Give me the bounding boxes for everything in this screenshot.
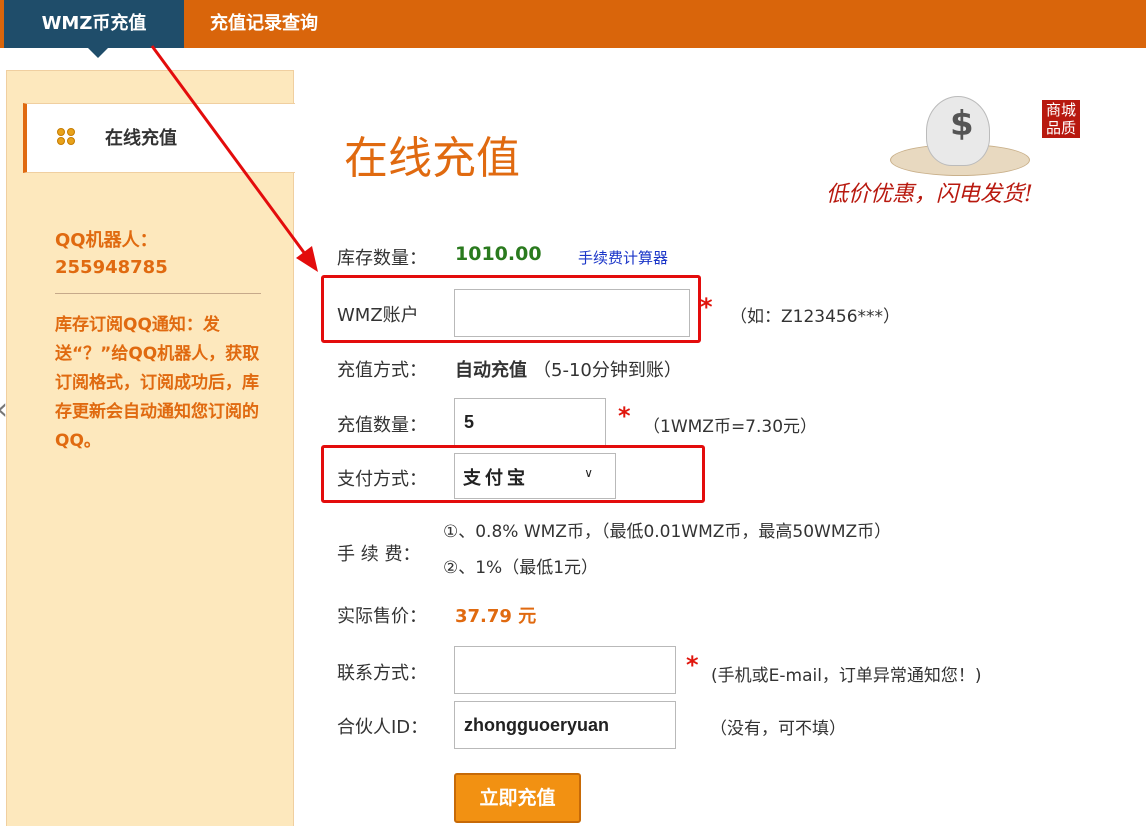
tab-recharge-records[interactable]: 充值记录查询 [210,0,318,48]
contact-hint: (手机或E-mail，订单异常通知您！) [711,666,982,686]
quantity-input[interactable] [454,398,606,446]
price-label: 实际售价： [337,606,427,627]
partner-hint: （没有，可不填） [710,719,846,739]
promo-banner: $ 商城品质 低价优惠，闪电发货! [820,86,1110,210]
contact-label: 联系方式： [337,663,427,684]
price-value: 37.79 元 [455,606,537,627]
dollar-icon: $ [950,104,974,144]
payment-selected: 支付宝 [463,468,529,489]
sidebar-item-online-recharge[interactable]: 在线充值 [23,103,295,173]
method-note: （5-10分钟到账） [533,360,682,381]
top-nav: WMZ币充值 充值记录查询 [0,0,1146,58]
payment-label: 支付方式： [337,469,427,490]
fee-label: 手 续 费： [337,544,421,565]
stock-value: 1010.00 [455,243,542,265]
subscription-note: 库存订阅QQ通知：发送“？”给QQ机器人，获取订阅格式，订阅成功后，库存更新会自… [55,315,260,451]
account-label: WMZ账户 [337,305,419,326]
chevron-left-icon[interactable]: ‹ [0,392,8,427]
qq-robot-number: 255948785 [55,257,168,278]
qq-robot-title: QQ机器人： [55,230,158,251]
submit-recharge-button[interactable]: 立即充值 [454,773,581,823]
contact-input[interactable] [454,646,676,694]
chevron-down-icon: ∨ [584,466,593,480]
quality-stamp: 商城品质 [1042,100,1080,138]
tab-wmz-recharge[interactable]: WMZ币充值 [4,0,184,58]
required-star: * [700,293,713,321]
stock-label: 库存数量： [337,248,427,269]
banner-slogan: 低价优惠，闪电发货! [826,182,1033,207]
sidebar-divider [55,293,261,294]
quantity-hint: （1WMZ币=7.30元） [643,417,818,437]
fee-line-1: ①、0.8% WMZ币，（最低0.01WMZ币，最高50WMZ币） [443,522,892,542]
method-value: 自动充值 [455,360,527,381]
required-star: * [686,651,699,679]
coins-icon [57,128,77,148]
sidebar-item-label: 在线充值 [105,128,177,149]
quantity-label: 充值数量： [337,415,427,436]
partner-label: 合伙人ID： [337,717,429,738]
fee-line-2: ②、1%（最低1元） [443,558,599,578]
page-title: 在线充值 [344,133,520,184]
fee-calculator-link[interactable]: 手续费计算器 [578,247,668,268]
account-hint: （如：Z123456***） [730,307,901,327]
partner-id-input[interactable] [454,701,676,749]
method-label: 充值方式： [337,360,427,381]
required-star: * [618,402,631,430]
payment-select[interactable]: 支付宝 ∨ [454,453,616,499]
wmz-account-input[interactable] [454,289,690,337]
sidebar: 在线充值 QQ机器人： 255948785 库存订阅QQ通知：发送“？”给QQ机… [6,70,295,826]
